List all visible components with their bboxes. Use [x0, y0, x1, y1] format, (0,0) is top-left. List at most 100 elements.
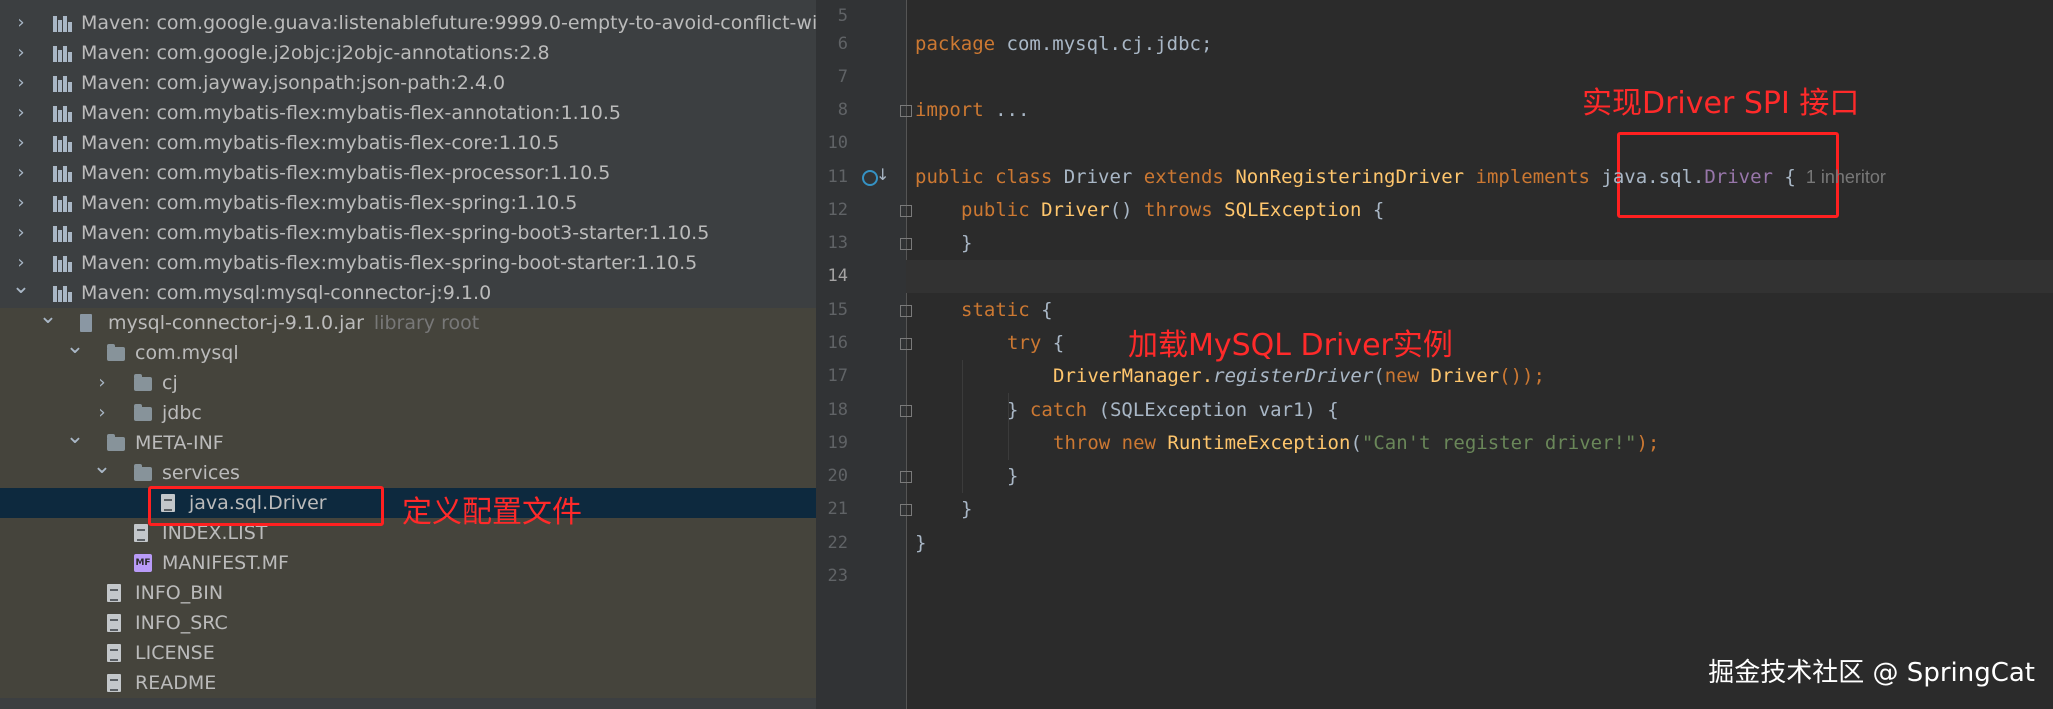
tree-item[interactable]: › Maven: com.mybatis-flex:mybatis-flex-pr…: [0, 158, 816, 188]
fold-marker-icon[interactable]: [900, 205, 912, 217]
tree-item[interactable]: › Maven: com.mybatis-flex:mybatis-flex-an…: [0, 98, 816, 128]
tree-item-label: services: [162, 458, 240, 488]
tree-item-label: Maven: com.google.j2objc:j2objc-annotati…: [81, 38, 550, 68]
tree-item-label: META-INF: [135, 428, 224, 458]
tree-item[interactable]: ⌄ META-INF: [0, 424, 816, 458]
tree-item[interactable]: INFO_BIN: [0, 578, 816, 608]
code-line[interactable]: import ...: [906, 94, 2053, 127]
line-number: 18: [827, 400, 848, 420]
tree-item-text: Maven: com.mybatis-flex:mybatis-flex-spr…: [81, 252, 698, 274]
chevron-right-icon[interactable]: ›: [11, 158, 31, 188]
folder-icon: [134, 404, 152, 421]
fold-marker-icon[interactable]: [900, 338, 912, 350]
tree-item-text: README: [135, 672, 217, 694]
code-token: new: [1384, 365, 1420, 387]
code-line[interactable]: static {: [906, 294, 2053, 327]
chevron-right-icon[interactable]: ›: [11, 8, 31, 38]
tree-item-label: Maven: com.google.guava:listenablefuture…: [81, 8, 816, 38]
tree-item[interactable]: ⌄ Maven: com.mysql:mysql-connector-j:9.1.…: [0, 274, 816, 308]
chevron-right-icon[interactable]: ›: [11, 128, 31, 158]
line-number: 8: [837, 100, 848, 120]
tree-item[interactable]: README: [0, 668, 816, 698]
library-icon: [53, 194, 73, 212]
tree-item-text: Maven: com.google.guava:listenablefuture…: [81, 12, 816, 34]
code-line[interactable]: }: [906, 227, 2053, 260]
code-line[interactable]: }: [906, 493, 2053, 526]
tree-item[interactable]: › Maven: com.google.j2objc:j2objc-annotat…: [0, 38, 816, 68]
tree-item-label: MANIFEST.MF: [162, 548, 289, 578]
tree-item-text: mysql-connector-j-9.1.0.jar: [108, 312, 364, 334]
tree-item[interactable]: › Maven: com.mybatis-flex:mybatis-flex-sp…: [0, 218, 816, 248]
fold-marker-icon[interactable]: [900, 305, 912, 317]
tree-item-label: mysql-connector-j-9.1.0.jar library root: [108, 308, 479, 338]
code-line[interactable]: public class Driver extends NonRegisteri…: [906, 161, 2053, 194]
code-line[interactable]: }: [906, 527, 2053, 560]
code-token: throw: [1053, 432, 1111, 454]
implemented-arrow-icon[interactable]: ↓: [876, 165, 889, 184]
chevron-right-icon[interactable]: ›: [92, 398, 112, 428]
code-line[interactable]: public Driver() throws SQLException {: [906, 194, 2053, 227]
tree-item-text: jdbc: [162, 402, 202, 424]
code-line[interactable]: package com.mysql.cj.jdbc;: [906, 28, 2053, 61]
chevron-right-icon[interactable]: ›: [11, 68, 31, 98]
tree-item[interactable]: › Maven: com.mybatis-flex:mybatis-flex-sp…: [0, 248, 816, 278]
code-line[interactable]: }: [906, 460, 2053, 493]
code-token: {: [1029, 299, 1053, 321]
tree-item-text: Maven: com.mybatis-flex:mybatis-flex-spr…: [81, 192, 578, 214]
tree-item[interactable]: › Maven: com.mybatis-flex:mybatis-flex-sp…: [0, 188, 816, 218]
chevron-right-icon[interactable]: ›: [11, 98, 31, 128]
tree-item[interactable]: INFO_SRC: [0, 608, 816, 638]
tree-item-text: Maven: com.mybatis-flex:mybatis-flex-spr…: [81, 222, 710, 244]
line-number: 20: [827, 466, 848, 486]
chevron-right-icon[interactable]: ›: [92, 368, 112, 398]
code-token: Driver: [1052, 166, 1144, 188]
tree-item[interactable]: › Maven: com.mybatis-flex:mybatis-flex-co…: [0, 128, 816, 158]
tree-item[interactable]: › jdbc: [0, 398, 816, 428]
code-line[interactable]: try {: [906, 327, 2053, 360]
code-token: DriverManager.: [1053, 365, 1214, 387]
fold-marker-icon[interactable]: [900, 471, 912, 483]
fold-marker-icon[interactable]: [900, 504, 912, 516]
tree-item[interactable]: ⌄ com.mysql: [0, 334, 816, 368]
tree-item-label: com.mysql: [135, 338, 239, 368]
code-token: throws: [1144, 199, 1213, 221]
code-token: catch: [1029, 399, 1088, 421]
tree-item[interactable]: › Maven: com.jayway.jsonpath:json-path:2.…: [0, 68, 816, 98]
chevron-right-icon[interactable]: ›: [11, 218, 31, 248]
fold-marker-icon[interactable]: [900, 405, 912, 417]
chevron-down-icon[interactable]: ⌄: [38, 302, 58, 332]
tree-item-text: Maven: com.mysql:mysql-connector-j:9.1.0: [81, 282, 492, 304]
chevron-right-icon[interactable]: ›: [11, 38, 31, 68]
tree-item[interactable]: › cj: [0, 368, 816, 398]
code-line[interactable]: DriverManager.registerDriver(new Driver(…: [906, 360, 2053, 393]
code-line[interactable]: } catch (SQLException var1) {: [906, 394, 2053, 427]
tree-item[interactable]: MF MANIFEST.MF: [0, 548, 816, 578]
folder-icon: [134, 374, 152, 391]
text-file-icon: [134, 524, 148, 542]
code-line[interactable]: throw new RuntimeException("Can't regist…: [906, 427, 2053, 460]
chevron-down-icon[interactable]: ⌄: [11, 272, 31, 302]
chevron-down-icon[interactable]: ⌄: [92, 452, 112, 482]
line-number: 23: [827, 566, 848, 586]
code-token: package: [915, 33, 996, 55]
tree-item-label: Maven: com.mybatis-flex:mybatis-flex-spr…: [81, 248, 697, 278]
code-token: {: [1772, 166, 1796, 188]
tree-item-label: Maven: com.mybatis-flex:mybatis-flex-spr…: [81, 188, 577, 218]
fold-marker-icon[interactable]: [900, 105, 912, 117]
tree-item-label: Maven: com.mysql:mysql-connector-j:9.1.0: [81, 278, 491, 308]
indent-guide: [1008, 393, 1009, 460]
tree-item-label: jdbc: [162, 398, 202, 428]
tree-item[interactable]: LICENSE: [0, 638, 816, 668]
chevron-down-icon[interactable]: ⌄: [65, 332, 85, 362]
line-number: 21: [827, 499, 848, 519]
chevron-right-icon[interactable]: ›: [11, 188, 31, 218]
tree-item[interactable]: ⌄ services: [0, 454, 816, 488]
inheritor-hint[interactable]: 1 inheritor: [1806, 167, 1886, 187]
tree-item-text: Maven: com.mybatis-flex:mybatis-flex-cor…: [81, 132, 560, 154]
tree-item[interactable]: ⌄ mysql-connector-j-9.1.0.jar library root: [0, 304, 816, 338]
code-token: (: [1373, 365, 1385, 387]
tree-item[interactable]: › Maven: com.google.guava:listenablefutur…: [0, 8, 816, 38]
fold-marker-icon[interactable]: [900, 238, 912, 250]
chevron-down-icon[interactable]: ⌄: [65, 422, 85, 452]
line-number: 11: [827, 167, 848, 187]
